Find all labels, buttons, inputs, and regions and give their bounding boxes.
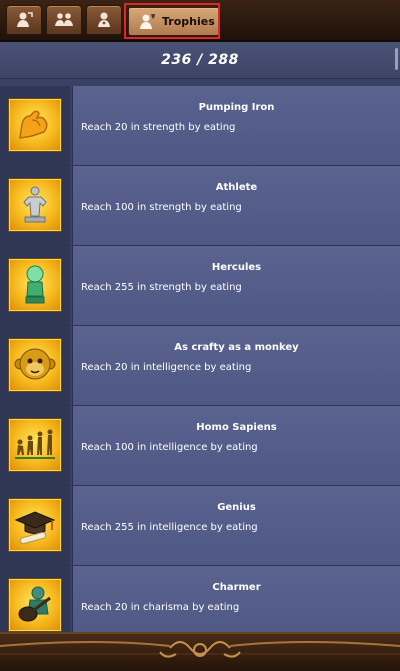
trophy-description: Reach 255 in intelligence by eating <box>81 522 258 533</box>
trophy-content: Genius Reach 255 in intelligence by eati… <box>72 486 400 565</box>
trophy-icon-cell <box>0 86 70 165</box>
tab-profile[interactable] <box>86 5 122 35</box>
scrollbar-thumb[interactable] <box>395 48 398 70</box>
lute-player-icon <box>8 578 62 632</box>
trophy-content: As crafty as a monkey Reach 20 in intell… <box>72 326 400 405</box>
trophy-content: Athlete Reach 100 in strength by eating <box>72 166 400 245</box>
trophy-icon-cell <box>0 406 70 485</box>
trophy-icon-cell <box>0 166 70 245</box>
trophy-description: Reach 20 in strength by eating <box>81 122 236 133</box>
trophy-title: Hercules <box>211 262 262 273</box>
trophies-panel: 236 / 288 Pumping Iron Reach 20 in stren… <box>0 42 400 636</box>
trophy-item[interactable]: Hercules Reach 255 in strength by eating <box>0 246 400 326</box>
trophy-progress-header: 236 / 288 <box>0 42 400 79</box>
trophy-item[interactable]: Athlete Reach 100 in strength by eating <box>0 166 400 246</box>
trophy-icon <box>140 13 155 29</box>
evolution-icon <box>8 418 62 472</box>
athlete-statue-icon <box>8 178 62 232</box>
trophy-progress-count: 236 / 288 <box>161 52 239 68</box>
trophy-description: Reach 100 in intelligence by eating <box>81 442 258 453</box>
graduation-cap-icon <box>8 498 62 552</box>
trophy-item[interactable]: Pumping Iron Reach 20 in strength by eat… <box>0 86 400 166</box>
monkey-face-icon <box>8 338 62 392</box>
tab-trophies-label: Trophies <box>162 15 215 28</box>
trophy-item[interactable]: As crafty as a monkey Reach 20 in intell… <box>0 326 400 406</box>
profile-icon <box>98 12 110 27</box>
trophy-content: Homo Sapiens Reach 100 in intelligence b… <box>72 406 400 485</box>
ornament-icon <box>0 641 400 658</box>
trophy-description: Reach 255 in strength by eating <box>81 282 242 293</box>
trophy-title: Athlete <box>215 182 258 193</box>
hercules-statue-icon <box>8 258 62 312</box>
trophy-title: As crafty as a monkey <box>174 342 299 353</box>
trophy-title: Genius <box>217 502 256 513</box>
tab-group[interactable] <box>46 5 82 35</box>
trophy-title: Charmer <box>212 582 261 593</box>
trophy-icon-cell <box>0 486 70 565</box>
character-icon <box>17 12 33 27</box>
group-icon <box>55 13 73 26</box>
trophy-title: Homo Sapiens <box>196 422 277 433</box>
trophy-item[interactable]: Homo Sapiens Reach 100 in intelligence b… <box>0 406 400 486</box>
flexed-arm-icon <box>8 98 62 152</box>
trophy-icon-cell <box>0 246 70 325</box>
tab-bar: Trophies <box>0 0 400 42</box>
tab-character[interactable] <box>6 5 42 35</box>
trophy-content: Hercules Reach 255 in strength by eating <box>72 246 400 325</box>
trophy-icon-cell <box>0 326 70 405</box>
tab-trophies[interactable]: Trophies <box>128 7 220 36</box>
trophy-content: Pumping Iron Reach 20 in strength by eat… <box>72 86 400 165</box>
trophy-title: Pumping Iron <box>198 102 275 113</box>
trophy-content: Charmer Reach 20 in charisma by eating <box>72 566 400 636</box>
trophy-item[interactable]: Charmer Reach 20 in charisma by eating <box>0 566 400 636</box>
trophy-description: Reach 20 in charisma by eating <box>81 602 240 613</box>
trophy-description: Reach 20 in intelligence by eating <box>81 362 252 373</box>
trophy-description: Reach 100 in strength by eating <box>81 202 242 213</box>
decorative-footer <box>0 632 400 671</box>
trophy-list: Pumping Iron Reach 20 in strength by eat… <box>0 86 400 636</box>
trophy-item[interactable]: Genius Reach 255 in intelligence by eati… <box>0 486 400 566</box>
trophy-icon-cell <box>0 566 70 636</box>
